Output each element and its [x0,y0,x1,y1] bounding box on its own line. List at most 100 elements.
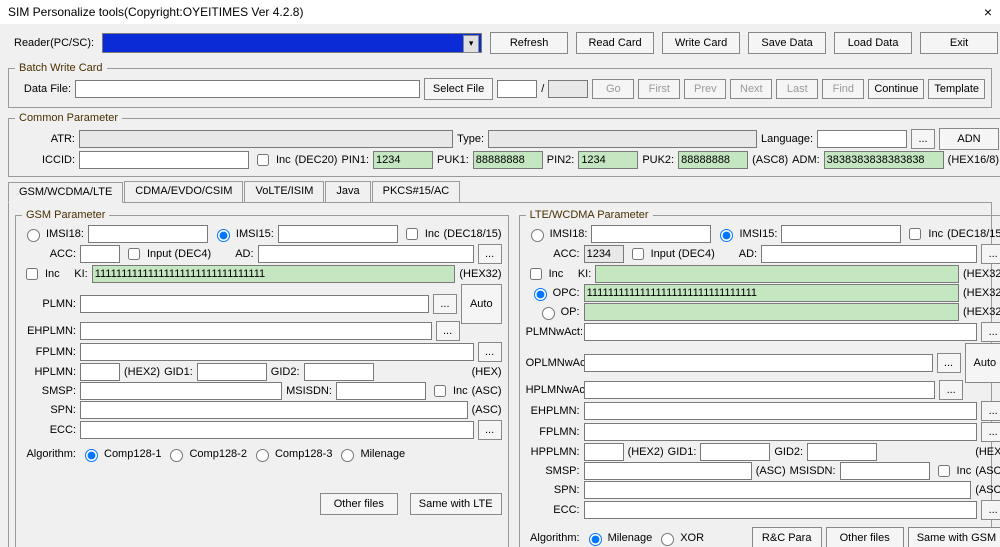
gsm-imsi18-input[interactable] [88,225,208,243]
lte-ad-input[interactable] [761,245,977,263]
adn-button[interactable]: ADN [939,128,999,150]
tab-gsm[interactable]: GSM/WCDMA/LTE [8,182,123,203]
page-from-input[interactable] [497,80,537,98]
iccid-inc-checkbox[interactable] [257,154,269,166]
refresh-button[interactable]: Refresh [490,32,568,54]
reader-select[interactable] [102,33,482,53]
lte-samewithgsm-button[interactable]: Same with GSM [908,527,1000,547]
lang-input[interactable] [817,130,907,148]
lte-imsi15-radio[interactable] [720,229,733,242]
lte-oplmnwact-dots-button[interactable]: ... [937,353,961,373]
lte-algo-milenage-radio[interactable] [589,533,602,546]
gsm-plmn-input[interactable] [80,295,429,313]
gsm-ecc-input[interactable] [80,421,474,439]
lte-plmnwact-dots-button[interactable]: ... [981,322,1000,342]
lte-ehplmn-input[interactable] [584,402,978,420]
lte-ki-input[interactable] [595,265,959,283]
lte-opc-input[interactable] [584,284,959,302]
gsm-fplmn-dots-button[interactable]: ... [478,342,502,362]
first-button[interactable]: First [638,79,680,99]
gsm-hplmn-input[interactable] [80,363,120,381]
lte-imsi15-input[interactable] [781,225,901,243]
gsm-gid2-input[interactable] [304,363,374,381]
gsm-smsp-input[interactable] [80,382,282,400]
lte-smsp-input[interactable] [584,462,752,480]
template-button[interactable]: Template [928,79,985,99]
gsm-ad-dots-button[interactable]: ... [478,244,502,264]
gsm-gid1-input[interactable] [197,363,267,381]
gsm-msisdn-input[interactable] [336,382,426,400]
gsm-ki-inc-checkbox[interactable] [26,268,38,280]
gsm-ehplmn-dots-button[interactable]: ... [436,321,460,341]
gsm-fplmn-input[interactable] [80,343,474,361]
gsm-imsi15-input[interactable] [278,225,398,243]
lte-ki-inc-checkbox[interactable] [530,268,542,280]
lte-gid1-input[interactable] [700,443,770,461]
lte-fplmn-dots-button[interactable]: ... [981,422,1000,442]
readcard-button[interactable]: Read Card [576,32,654,54]
lte-oplmnwact-input[interactable] [584,354,933,372]
iccid-input[interactable] [79,151,249,169]
lte-ecc-input[interactable] [584,501,978,519]
gsm-algo-milenage-radio[interactable] [341,449,354,462]
lte-rcpara-button[interactable]: R&C Para [752,527,822,547]
gsm-acc-input[interactable] [80,245,120,263]
tab-pkcs[interactable]: PKCS#15/AC [372,181,461,202]
go-button[interactable]: Go [592,79,634,99]
lte-hplmnwact-input[interactable] [584,381,936,399]
savedata-button[interactable]: Save Data [748,32,826,54]
next-button[interactable]: Next [730,79,772,99]
loaddata-button[interactable]: Load Data [834,32,912,54]
lte-imsi18-input[interactable] [591,225,711,243]
gsm-algo-comp1282-radio[interactable] [170,449,183,462]
gsm-ki-input[interactable] [92,265,456,283]
gsm-ad-input[interactable] [258,245,474,263]
selectfile-button[interactable]: Select File [424,78,493,100]
lte-fplmn-input[interactable] [584,423,978,441]
gsm-spn-input[interactable] [80,401,468,419]
tab-volte[interactable]: VoLTE/ISIM [244,181,324,202]
gsm-imsi18-radio[interactable] [27,229,40,242]
lte-op-radio[interactable] [542,307,555,320]
puk2-input[interactable] [678,151,748,169]
lte-imsi-inc-checkbox[interactable] [909,228,921,240]
lte-acc-input-checkbox[interactable] [632,248,644,260]
tab-cdma[interactable]: CDMA/EVDO/CSIM [124,181,243,202]
gsm-otherfiles-button[interactable]: Other files [320,493,398,515]
gsm-imsi15-radio[interactable] [217,229,230,242]
lte-msisdn-input[interactable] [840,462,930,480]
exit-button[interactable]: Exit [920,32,998,54]
find-button[interactable]: Find [822,79,864,99]
gsm-samewithlte-button[interactable]: Same with LTE [410,493,502,515]
tab-java[interactable]: Java [325,181,370,202]
adm-input[interactable] [824,151,944,169]
lte-otherfiles-button[interactable]: Other files [826,527,904,547]
lte-op-input[interactable] [584,303,959,321]
gsm-algo-comp1283-radio[interactable] [256,449,269,462]
gsm-plmn-dots-button[interactable]: ... [433,294,457,314]
lte-gid2-input[interactable] [807,443,877,461]
lte-msisdn-inc-checkbox[interactable] [938,465,950,477]
gsm-algo-comp1281-radio[interactable] [85,449,98,462]
last-button[interactable]: Last [776,79,818,99]
gsm-imsi-inc-checkbox[interactable] [406,228,418,240]
lte-auto-button[interactable]: Auto [965,343,1000,383]
gsm-ecc-dots-button[interactable]: ... [478,420,502,440]
gsm-acc-input-checkbox[interactable] [128,248,140,260]
lte-hpplmn-input[interactable] [584,443,624,461]
lte-ecc-dots-button[interactable]: ... [981,500,1000,520]
lang-dots-button[interactable]: ... [911,129,935,149]
pin1-input[interactable] [373,151,433,169]
lte-spn-input[interactable] [584,481,972,499]
writecard-button[interactable]: Write Card [662,32,740,54]
lte-hplmnwact-dots-button[interactable]: ... [939,380,963,400]
lte-plmnwact-input[interactable] [584,323,978,341]
gsm-auto-button[interactable]: Auto [461,284,502,324]
lte-algo-xor-radio[interactable] [661,533,674,546]
lte-opc-radio[interactable] [534,288,547,301]
pin2-input[interactable] [578,151,638,169]
continue-button[interactable]: Continue [868,79,924,99]
prev-button[interactable]: Prev [684,79,726,99]
gsm-msisdn-inc-checkbox[interactable] [434,385,446,397]
puk1-input[interactable] [473,151,543,169]
